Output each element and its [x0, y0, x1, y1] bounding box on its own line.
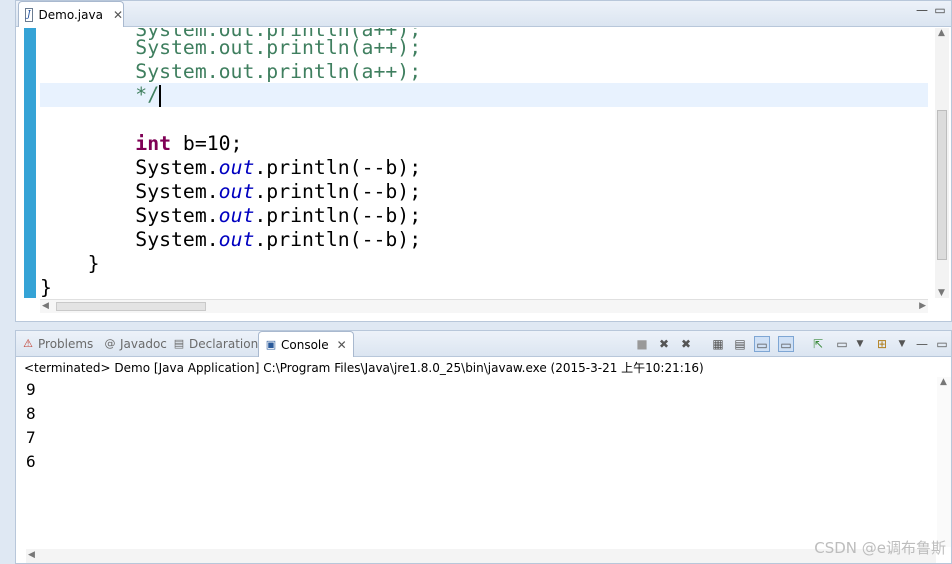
console-icon: ▣ — [265, 337, 277, 351]
watermark: CSDN @e调布鲁斯 — [814, 539, 946, 557]
clear-console-icon[interactable]: ▦ — [710, 336, 726, 352]
console-output[interactable]: 9 8 7 6 — [26, 378, 36, 474]
scroll-up-arrow-icon[interactable]: ▲ — [940, 377, 947, 387]
console-part: ⚠ Problems @ Javadoc ▤ Declaration ▣ Con… — [15, 330, 952, 564]
code-text: System.out.println(a++); — [135, 60, 422, 83]
tab-javadoc[interactable]: @ Javadoc — [104, 334, 167, 354]
code-line: System.out.println(--b); — [40, 228, 928, 252]
scroll-up-arrow-icon[interactable]: ▲ — [938, 28, 945, 38]
tab-console[interactable]: ▣ Console ✕ — [258, 331, 354, 357]
chevron-down-icon[interactable]: ▼ — [852, 336, 868, 352]
java-file-icon: J — [25, 7, 33, 22]
console-process-label: <terminated> Demo [Java Application] C:\… — [24, 361, 704, 375]
field-out: out — [218, 204, 255, 227]
editor-horizontal-scrollbar[interactable]: ◀ ▶ — [40, 299, 928, 313]
show-on-stdout-icon[interactable]: ▭ — [754, 336, 770, 352]
display-console-icon[interactable]: ▭ — [834, 336, 850, 352]
tab-problems[interactable]: ⚠ Problems — [22, 334, 93, 354]
code-text: } — [40, 276, 52, 298]
code-line: System.out.println(--b); — [40, 180, 928, 204]
code-suffix: .println(--b); — [254, 180, 422, 203]
code-line: System.out.println(a++); — [40, 36, 928, 60]
tab-label: Problems — [38, 337, 94, 351]
editor-tab-label: Demo.java — [38, 7, 103, 22]
code-text: } — [87, 252, 100, 275]
scroll-down-arrow-icon[interactable]: ▼ — [938, 288, 945, 298]
current-code-line: */ — [40, 83, 928, 107]
code-editor[interactable]: System.out.println(a++); System.out.prin… — [40, 28, 928, 298]
scrollbar-thumb[interactable] — [56, 302, 206, 311]
code-prefix: System. — [135, 204, 219, 227]
tab-label: Declaration — [189, 337, 259, 351]
remove-all-terminated-icon[interactable]: ✖ — [678, 336, 694, 352]
minimize-icon[interactable]: — — [915, 4, 929, 17]
views-tab-bar: ⚠ Problems @ Javadoc ▤ Declaration ▣ Con… — [16, 331, 951, 357]
tab-label: Javadoc — [120, 337, 167, 351]
pin-console-icon[interactable]: ⇱ — [810, 336, 826, 352]
console-horizontal-scrollbar[interactable]: ◀ — [26, 549, 936, 563]
close-tab-icon[interactable]: ✕ — [113, 8, 123, 22]
field-out: out — [218, 156, 255, 179]
code-prefix: System. — [135, 180, 219, 203]
declaration-icon: ▤ — [173, 337, 185, 350]
close-tab-icon[interactable]: ✕ — [337, 338, 347, 352]
code-text: System.out.println(a++); — [135, 36, 422, 59]
open-console-icon[interactable]: ⊞ — [874, 336, 890, 352]
editor-vertical-scrollbar[interactable]: ▲ ▼ — [935, 28, 949, 298]
code-prefix: System. — [135, 156, 219, 179]
remove-launch-icon[interactable]: ✖ — [656, 336, 672, 352]
scroll-left-arrow-icon[interactable]: ◀ — [42, 301, 49, 311]
maximize-icon[interactable]: ▭ — [934, 336, 950, 352]
field-out: out — [218, 228, 255, 251]
code-suffix: .println(--b); — [254, 228, 422, 251]
keyword-int: int — [135, 132, 172, 155]
console-output-line: 9 — [26, 380, 36, 399]
code-text: b=10; — [171, 132, 243, 155]
scroll-lock-icon[interactable]: ▤ — [732, 336, 748, 352]
text-caret — [159, 84, 162, 107]
code-suffix: .println(--b); — [254, 204, 422, 227]
scrollbar-thumb[interactable] — [937, 110, 947, 260]
tab-label: Console — [281, 337, 329, 352]
minimize-icon[interactable]: — — [914, 336, 930, 352]
console-output-line: 8 — [26, 404, 36, 423]
code-line: } — [40, 276, 928, 298]
console-output-line: 7 — [26, 428, 36, 447]
code-line: } — [40, 252, 928, 276]
maximize-icon[interactable]: ▭ — [933, 4, 947, 17]
field-out: out — [218, 180, 255, 203]
tab-declaration[interactable]: ▤ Declaration — [173, 334, 258, 354]
code-line: System.out.println(--b); — [40, 204, 928, 228]
scroll-left-arrow-icon[interactable]: ◀ — [28, 550, 35, 560]
console-vertical-scrollbar[interactable]: ▲ — [937, 377, 951, 547]
editor-part: J Demo.java ✕ — ▭ System.out.println(a++… — [15, 0, 952, 322]
chevron-down-icon[interactable]: ▼ — [894, 336, 910, 352]
code-suffix: .println(--b); — [254, 156, 422, 179]
console-output-line: 6 — [26, 452, 36, 471]
scroll-right-arrow-icon[interactable]: ▶ — [919, 301, 926, 311]
terminate-icon[interactable]: ■ — [634, 336, 650, 352]
editor-tab-demo-java[interactable]: J Demo.java ✕ — [18, 1, 124, 27]
show-on-stderr-icon[interactable]: ▭ — [778, 336, 794, 352]
code-line: System.out.println(--b); — [40, 156, 928, 180]
code-prefix: System. — [135, 228, 219, 251]
blank-code-line — [40, 107, 928, 131]
at-sign-icon: @ — [104, 337, 116, 350]
problems-icon: ⚠ — [23, 337, 33, 350]
code-line: int b=10; — [40, 132, 928, 156]
editor-tab-bar: J Demo.java ✕ — ▭ — [16, 1, 951, 27]
code-text: */ — [135, 83, 160, 106]
code-line: System.out.println(a++); — [40, 60, 928, 84]
editor-overview-ruler — [24, 28, 36, 298]
